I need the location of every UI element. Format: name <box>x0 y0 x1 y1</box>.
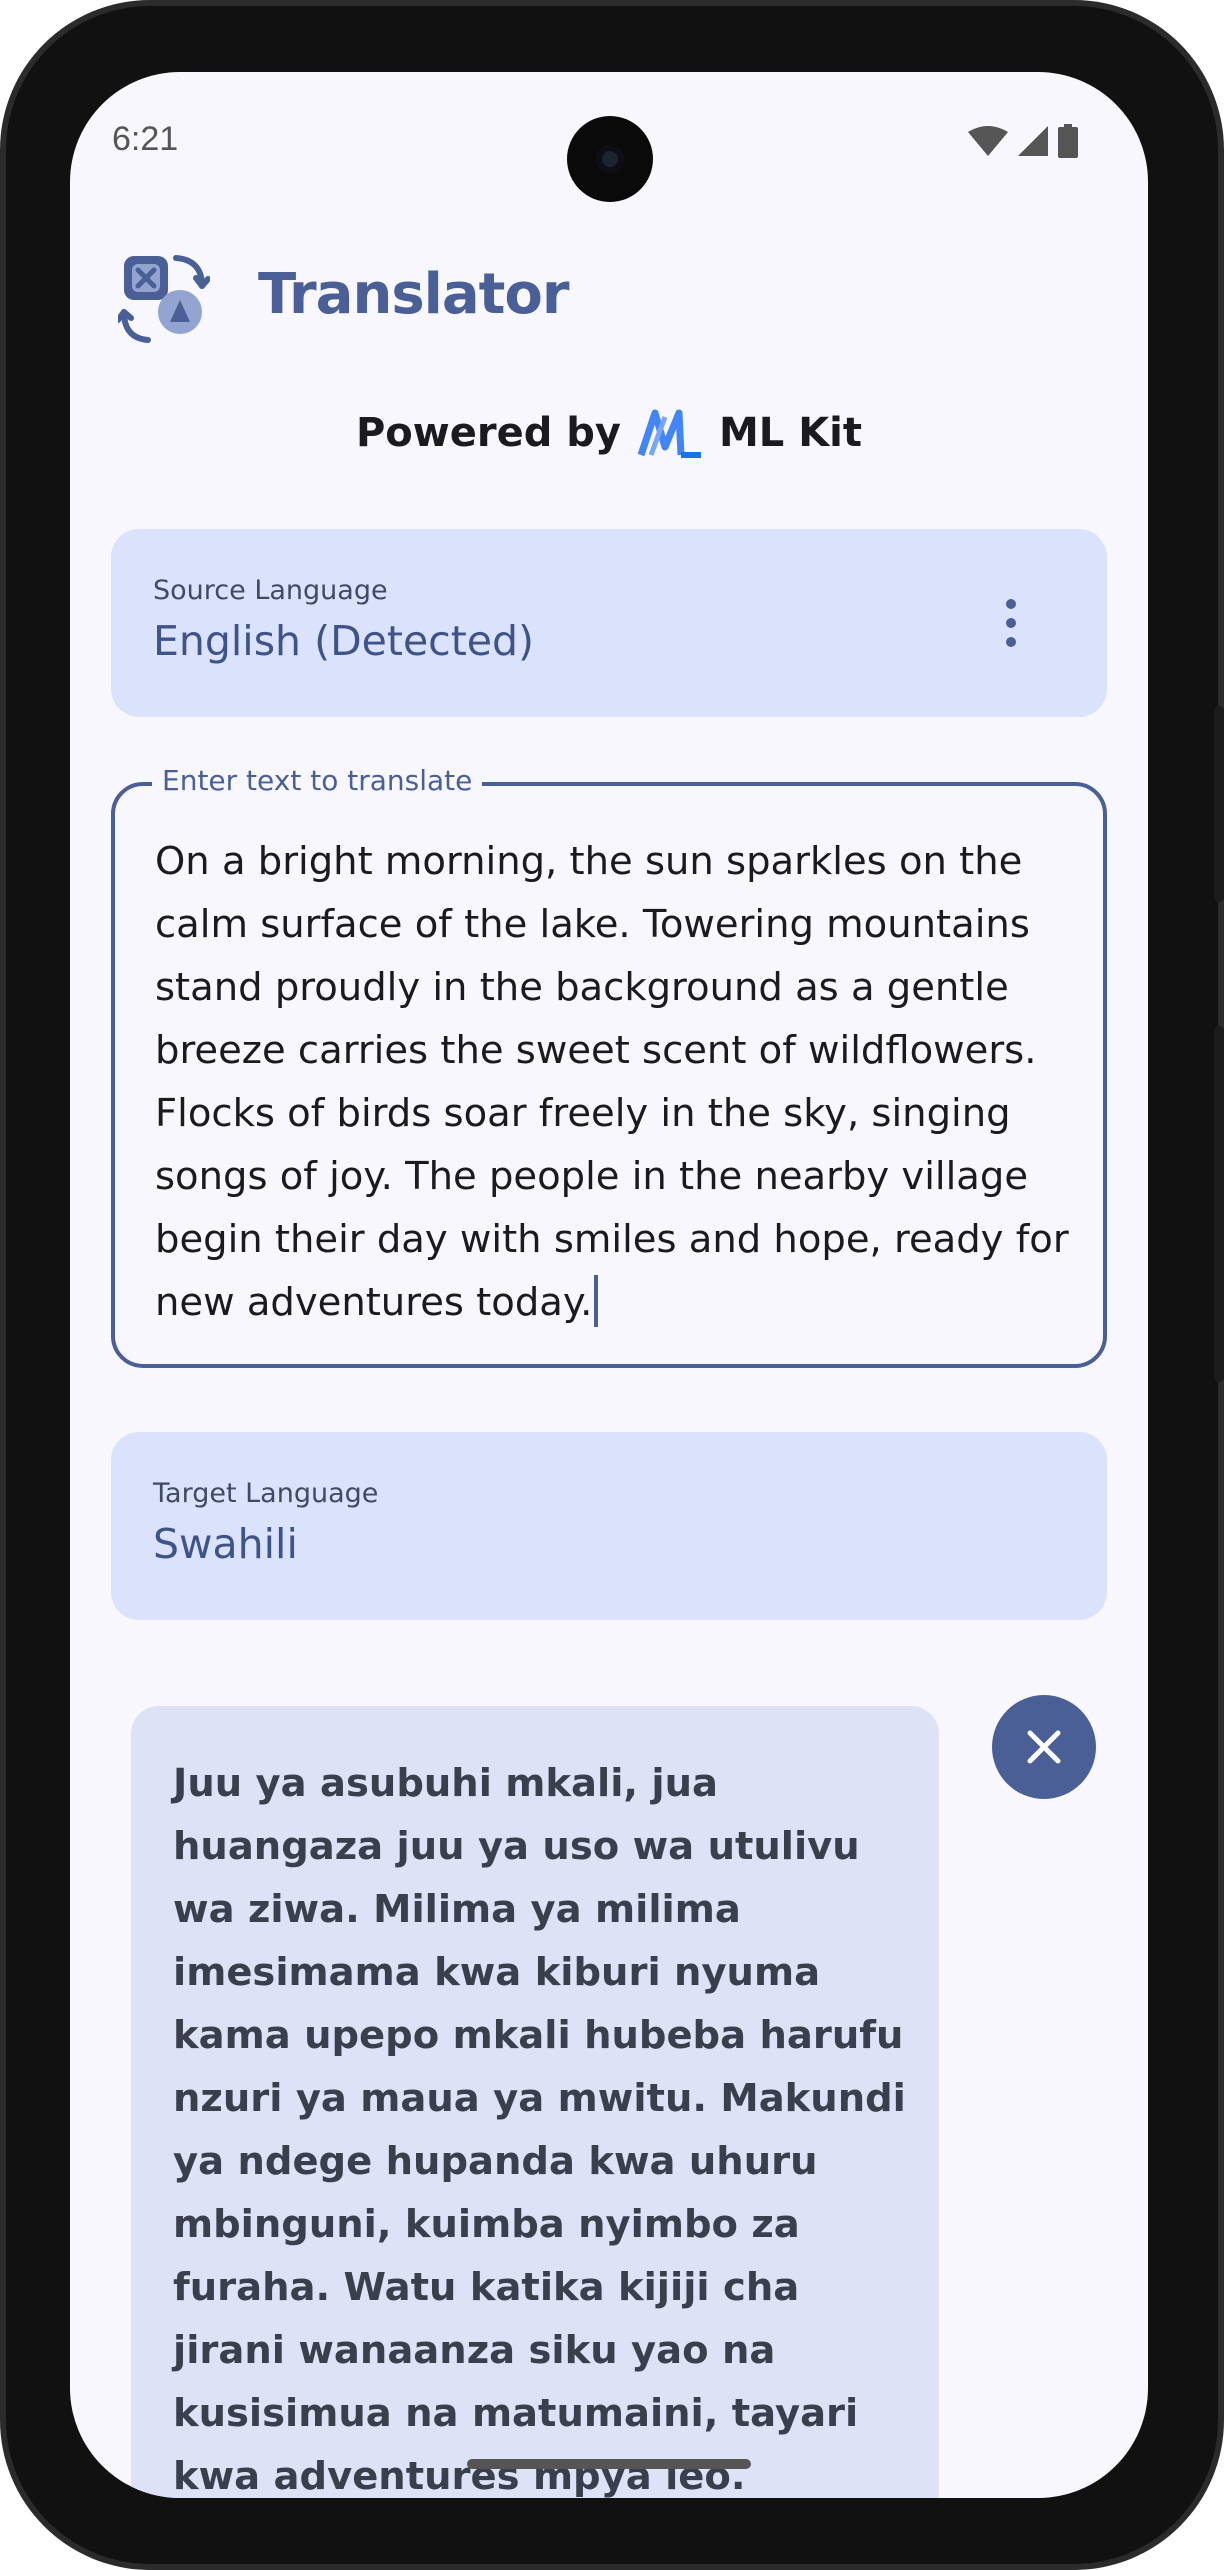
target-language-label: Target Language <box>153 1478 379 1509</box>
app-title: Translator <box>258 262 569 327</box>
source-language-value: English (Detected) <box>153 617 535 665</box>
translation-output-card: Juu ya asubuhi mkali, jua huangaza juu y… <box>131 1706 939 2498</box>
wifi-icon <box>968 126 1008 156</box>
clear-translation-button[interactable] <box>992 1695 1096 1799</box>
screen: 6:21 Translator Powered by ML Kit Source… <box>70 72 1148 2498</box>
translate-input-value: On a bright morning, the sun sparkles on… <box>155 839 1069 1325</box>
device-frame: 6:21 Translator Powered by ML Kit Source… <box>0 0 1224 2570</box>
translate-app-icon <box>118 255 210 343</box>
text-cursor <box>594 1275 599 1327</box>
powered-by-brand: ML Kit <box>718 410 863 456</box>
target-language-value: Swahili <box>153 1520 298 1568</box>
front-camera <box>567 116 653 202</box>
status-time: 6:21 <box>112 120 179 158</box>
target-language-selector[interactable]: Target Language Swahili <box>111 1432 1107 1620</box>
source-language-selector[interactable]: Source Language English (Detected) <box>111 529 1107 717</box>
source-language-label: Source Language <box>153 575 388 606</box>
translation-output-text: Juu ya asubuhi mkali, jua huangaza juu y… <box>173 1761 906 2498</box>
status-icons <box>968 124 1078 158</box>
cell-signal-icon <box>1018 126 1048 156</box>
powered-by: Powered by ML Kit <box>70 407 1148 459</box>
volume-button <box>1214 706 1224 902</box>
power-button <box>1214 1026 1224 1382</box>
close-icon <box>1027 1730 1061 1764</box>
translate-input-label: Enter text to translate <box>152 764 483 797</box>
translate-input-text[interactable]: On a bright morning, the sun sparkles on… <box>155 830 1075 1334</box>
more-vert-icon[interactable] <box>1005 599 1017 647</box>
gesture-nav-handle[interactable] <box>467 2459 751 2469</box>
powered-by-label: Powered by <box>355 410 621 456</box>
translate-input-field[interactable]: On a bright morning, the sun sparkles on… <box>111 782 1107 1368</box>
ml-kit-logo <box>637 409 701 458</box>
battery-icon <box>1058 124 1078 158</box>
